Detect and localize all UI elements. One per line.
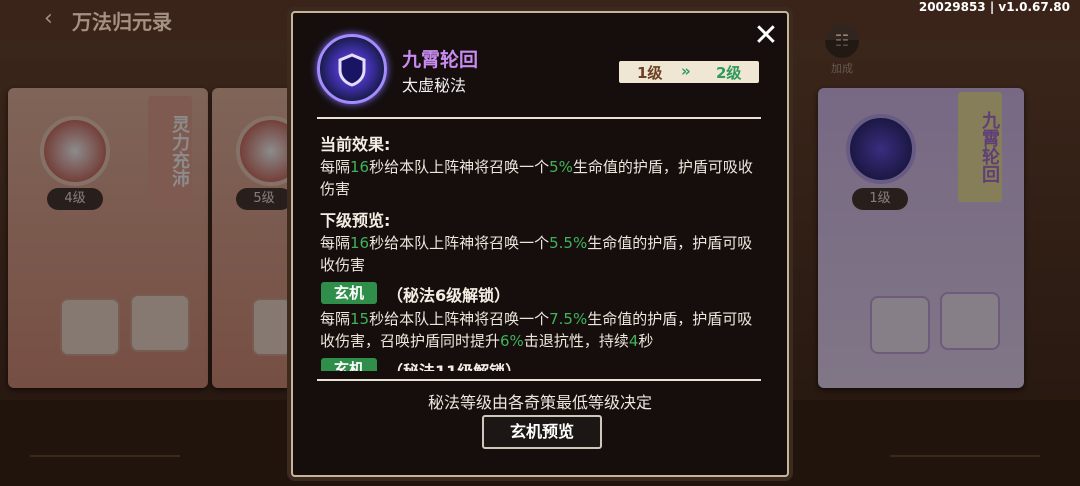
effect-scroll-area[interactable]: 当前效果: 每隔16秒给本队上阵神将召唤一个5%生命值的护盾，护盾可吸收伤害 下… <box>293 13 787 371</box>
mystery-unlock-note: （秘法6级解锁） <box>387 286 511 305</box>
back-arrow-icon[interactable]: ‹ <box>44 6 53 31</box>
current-effect-text: 每隔16秒给本队上阵神将召唤一个5%生命值的护盾，护盾可吸收伤害 <box>320 158 753 198</box>
mystery-tag: 玄机 <box>321 358 377 371</box>
back-title[interactable]: 万法归元录 <box>72 6 172 35</box>
divider <box>317 379 761 381</box>
version-label: 20029853 | v1.0.67.80 <box>918 0 1070 14</box>
mystery-tag: 玄机 <box>321 282 377 304</box>
footer-note: 秘法等级由各奇策最低等级决定 <box>427 393 652 412</box>
mystery-preview-button[interactable]: 玄机预览 <box>482 415 602 449</box>
next-preview-text: 每隔16秒给本队上阵神将召唤一个5.5%生命值的护盾，护盾可吸收伤害 <box>320 234 753 274</box>
mystery-effect-text: 每隔15秒给本队上阵神将召唤一个7.5%生命值的护盾，护盾可吸收伤害，召唤护盾同… <box>320 310 753 350</box>
next-preview-heading: 下级预览: <box>320 211 391 230</box>
screen: ‹ 万法归元录 20029853 | v1.0.67.80 ☷ 加成 4级 灵力… <box>0 0 1080 486</box>
mystery-unlock-note: （秘法11级解锁） <box>387 358 521 371</box>
current-effect-heading: 当前效果: <box>320 135 391 154</box>
secret-detail-dialog: ✕ 九霄轮回 太虚秘法 1级 » 2级 当前效果: 每隔16秒给本队上阵神将召唤… <box>291 11 789 477</box>
